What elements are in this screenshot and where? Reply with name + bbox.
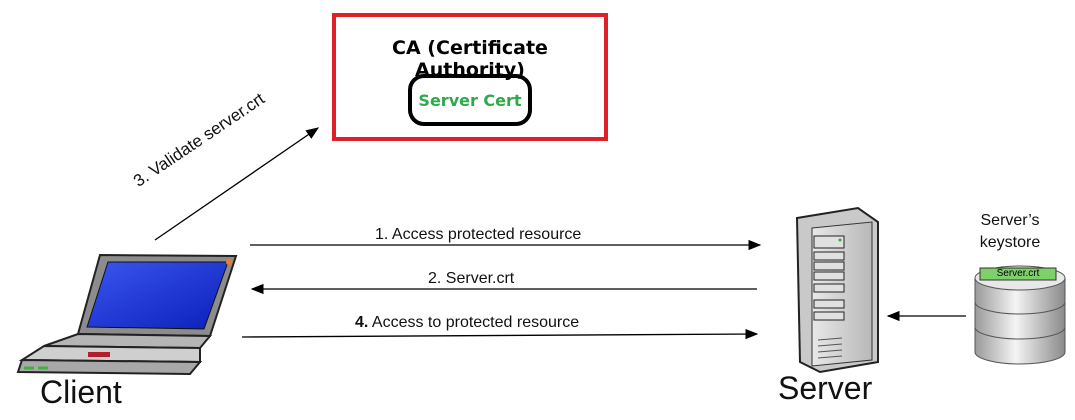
step4-number: 4. — [355, 314, 369, 331]
laptop-icon — [16, 253, 238, 376]
server-cert-badge: Server Cert — [408, 74, 532, 126]
step1-label: 1. Access protected resource — [375, 226, 582, 243]
keystore-title: Server’s keystore — [955, 210, 1065, 254]
database-icon — [974, 265, 1066, 365]
server-label: Server — [778, 370, 873, 406]
server-icon — [795, 206, 879, 374]
step2-label: 2. Server.crt — [428, 270, 515, 287]
step4-text: Access to protected resource — [368, 314, 580, 331]
step4-label: 4. Access to protected resource — [355, 314, 579, 332]
ca-box: CA (Certificate Authority) Server Cert — [332, 13, 608, 141]
keystore-title-line1: Server’s — [980, 212, 1040, 229]
arrow-step4 — [241, 328, 759, 340]
client-label: Client — [40, 374, 122, 410]
keystore-title-line2: keystore — [979, 234, 1041, 251]
server-crt-tag-label: Server.crt — [996, 268, 1040, 279]
